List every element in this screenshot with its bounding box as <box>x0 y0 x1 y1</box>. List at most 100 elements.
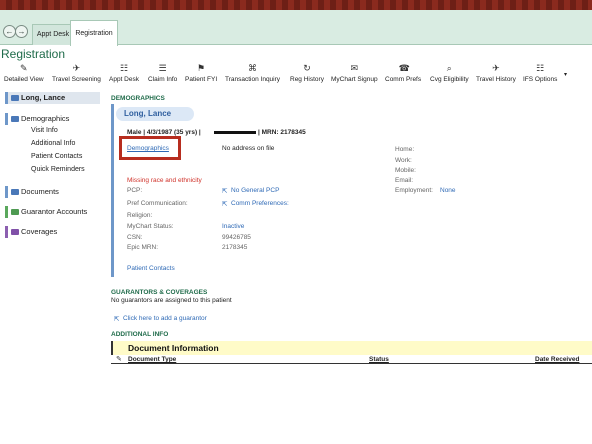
epic-mrn-label: Epic MRN: <box>127 244 159 251</box>
additional-info-header: ADDITIONAL INFO <box>111 331 169 338</box>
sidebar-item-additional-info[interactable]: Additional Info <box>31 140 75 147</box>
epic-mrn-value: 2178345 <box>222 244 248 251</box>
contact-home-label: Home: <box>395 146 415 153</box>
sidebar-item-quick-reminders[interactable]: Quick Reminders <box>31 166 85 173</box>
toolbar-icon: ⌕ <box>446 63 452 73</box>
address-text: No address on file <box>222 145 275 152</box>
patient-name-label: Long, Lance <box>21 93 66 102</box>
mychart-status-label: MyChart Status: <box>127 223 174 230</box>
toolbar-button-detailed-view[interactable]: ✎ Detailed View <box>4 63 44 84</box>
column-document-type[interactable]: Document Type <box>128 356 176 363</box>
edit-pencil-icon[interactable]: ✎ <box>116 355 122 363</box>
comm-edit-icon[interactable]: ⇱ <box>222 200 227 208</box>
demographics-header: DEMOGRAPHICS <box>111 95 165 102</box>
toolbar-label: Travel History <box>476 76 516 83</box>
toolbar-button-patient-fyi[interactable]: ⚑ Patient FYI <box>185 63 218 84</box>
sidebar-item-visit-info[interactable]: Visit Info <box>31 127 58 134</box>
sidebar-accent <box>5 186 8 198</box>
toolbar-icon: ☷ <box>119 63 129 73</box>
sidebar-guarantor-accounts[interactable]: Guarantor Accounts <box>5 206 100 218</box>
toolbar-label: Transaction Inquiry <box>225 76 281 83</box>
toolbar-more-icon[interactable]: ▾ <box>564 71 567 78</box>
toolbar-label: Claim Info <box>148 76 178 83</box>
folder-icon <box>11 95 19 101</box>
sidebar-accent <box>5 113 8 125</box>
sidebar: Long, Lance Demographics Visit Info Addi… <box>4 92 100 244</box>
toolbar-label: Appt Desk <box>109 76 139 83</box>
toolbar-label: Comm Prefs <box>385 76 422 83</box>
sidebar-accent <box>5 92 8 104</box>
toolbar-icon: ☎ <box>398 63 410 73</box>
sidebar-item-patient-contacts[interactable]: Patient Contacts <box>31 153 82 160</box>
toolbar-button-mychart-signup[interactable]: ✉ MyChart Signup <box>331 63 378 84</box>
tab-appt-desk[interactable]: Appt Desk <box>32 24 74 45</box>
sidebar-accent <box>5 226 8 238</box>
contact-employment-label: Employment: <box>395 187 433 194</box>
sidebar-documents-label: Documents <box>21 187 59 196</box>
no-guarantors-text: No guarantors are assigned to this patie… <box>111 297 232 304</box>
table-header-divider <box>111 363 592 364</box>
toolbar-label: MyChart Signup <box>331 76 378 83</box>
toolbar-label: IFS Options <box>523 76 558 83</box>
toolbar-button-cvg-eligibility[interactable]: ⌕ Cvg Eligibility <box>430 63 469 84</box>
column-date-received[interactable]: Date Received <box>535 356 579 363</box>
sidebar-documents[interactable]: Documents <box>5 186 100 198</box>
sidebar-coverages[interactable]: Coverages <box>5 226 100 238</box>
redacted-block <box>214 131 256 134</box>
toolbar-icon: ✈ <box>72 63 81 73</box>
guarantors-header: GUARANTORS & COVERAGES <box>111 289 208 296</box>
tab-registration[interactable]: Registration <box>70 20 118 46</box>
patient-summary-mrn: | MRN: 2178345 <box>258 129 306 136</box>
window-top-strip <box>0 0 592 10</box>
patient-name-pill[interactable]: Long, Lance <box>116 107 194 121</box>
contact-work-label: Work: <box>395 157 412 164</box>
toolbar-icon: ✎ <box>20 63 28 73</box>
toolbar-icon: ☷ <box>536 63 545 73</box>
highlight-box <box>119 136 181 160</box>
folder-icon <box>11 189 19 195</box>
religion-label: Religion: <box>127 212 153 219</box>
toolbar-button-reg-history[interactable]: ↻ Reg History <box>290 63 324 84</box>
forward-button[interactable]: → <box>15 25 28 38</box>
toolbar-button-transaction-inquiry[interactable]: ⌘ Transaction Inquiry <box>225 63 281 84</box>
toolbar-button-claim-info[interactable]: ☰ Claim Info <box>148 64 178 84</box>
mychart-status-value[interactable]: Inactive <box>222 223 244 230</box>
sidebar-guarantor-label: Guarantor Accounts <box>21 207 88 216</box>
pref-comm-label: Pref Communication: <box>127 200 188 207</box>
toolbar-label: Detailed View <box>4 76 44 83</box>
sidebar-patient[interactable]: Long, Lance <box>5 92 100 104</box>
toolbar-label: Travel Screening <box>52 76 101 83</box>
folder-icon <box>11 116 19 122</box>
pcp-label: PCP: <box>127 187 143 194</box>
add-guarantor-icon[interactable]: ⇱ <box>114 315 119 323</box>
patient-summary-left: Male | 4/3/1987 (35 yrs) | <box>127 129 201 136</box>
toolbar-button-appt-desk[interactable]: ☷ Appt Desk <box>109 63 139 84</box>
toolbar-button-travel-history[interactable]: ✈ Travel History <box>476 63 516 84</box>
pcp-value[interactable]: No General PCP <box>231 187 279 194</box>
toolbar-label: Patient FYI <box>185 76 218 83</box>
pcp-edit-icon[interactable]: ⇱ <box>222 187 227 195</box>
patient-contacts-link[interactable]: Patient Contacts <box>127 265 175 272</box>
add-guarantor-link[interactable]: Click here to add a guarantor <box>123 315 207 322</box>
toolbar-icon: ✈ <box>492 63 500 73</box>
activity-title: Registration <box>1 47 66 61</box>
comm-preferences-link[interactable]: Comm Preferences: <box>231 200 289 207</box>
sidebar-accent <box>5 206 8 218</box>
toolbar-label: Reg History <box>290 76 324 83</box>
employment-value[interactable]: None <box>440 187 456 194</box>
sidebar-coverages-label: Coverages <box>21 227 58 236</box>
toolbar-button-comm-prefs[interactable]: ☎ Comm Prefs <box>385 63 422 84</box>
toolbar-button-travel-screening[interactable]: ✈ Travel Screening <box>52 63 101 84</box>
toolbar-icon: ⚑ <box>197 63 206 73</box>
sidebar-demographics[interactable]: Demographics <box>5 113 100 125</box>
toolbar-label: Cvg Eligibility <box>430 76 469 83</box>
toolbar-icon: ↻ <box>303 63 311 73</box>
csn-label: CSN: <box>127 234 143 241</box>
toolbar-icon: ⌘ <box>248 63 258 73</box>
document-info-title: Document Information <box>128 343 219 353</box>
column-status[interactable]: Status <box>369 356 389 363</box>
contact-mobile-label: Mobile: <box>395 167 416 174</box>
toolbar-icon: ✉ <box>350 63 359 73</box>
missing-race-warning[interactable]: Missing race and ethnicity <box>127 177 202 184</box>
toolbar-button-ifs-options[interactable]: ☷ IFS Options <box>523 63 558 84</box>
